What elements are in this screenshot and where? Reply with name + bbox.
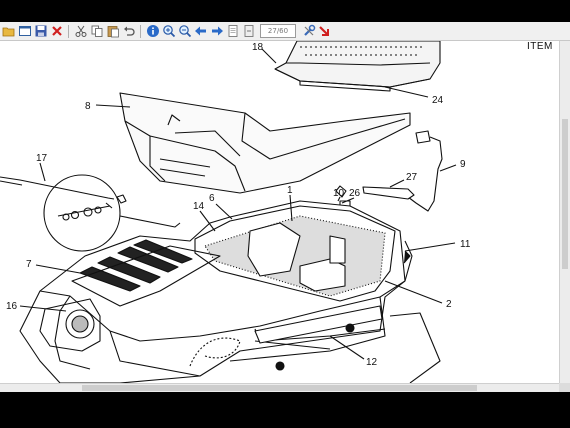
callout-11: 11 bbox=[460, 239, 471, 250]
callout-12: 12 bbox=[366, 357, 378, 368]
vertical-scroll-thumb[interactable] bbox=[562, 119, 568, 269]
callout-6: 6 bbox=[209, 193, 215, 204]
back-arrow-icon[interactable] bbox=[194, 24, 208, 38]
exit-icon[interactable] bbox=[318, 24, 332, 38]
save-icon[interactable] bbox=[34, 24, 48, 38]
seat-base-part bbox=[119, 92, 411, 194]
callout-18: 18 bbox=[252, 42, 264, 53]
undo-icon[interactable] bbox=[122, 24, 136, 38]
callout-9: 9 bbox=[460, 159, 466, 170]
callout-2: 2 bbox=[446, 299, 452, 310]
callout-14: 14 bbox=[193, 201, 205, 212]
wrench-icon[interactable] bbox=[302, 24, 316, 38]
callout-7: 7 bbox=[26, 259, 32, 270]
callout-24: 24 bbox=[432, 95, 444, 106]
vertical-scrollbar[interactable] bbox=[559, 41, 570, 383]
scrollbar-corner bbox=[559, 383, 570, 392]
window-bottom-bar bbox=[0, 392, 570, 428]
window-top-bar bbox=[0, 0, 570, 22]
seat-cushion-part bbox=[274, 41, 441, 92]
toolbar-separator bbox=[140, 24, 141, 38]
close-red-x-icon[interactable] bbox=[50, 24, 64, 38]
hardware-detail-circle bbox=[43, 174, 121, 252]
bolt-rod-part bbox=[0, 176, 115, 200]
cut-icon[interactable] bbox=[74, 24, 88, 38]
callout-27: 27 bbox=[406, 172, 418, 183]
horizontal-scroll-thumb[interactable] bbox=[82, 385, 477, 391]
page-icon[interactable] bbox=[226, 24, 240, 38]
view-icon[interactable] bbox=[18, 24, 32, 38]
callout-17: 17 bbox=[36, 153, 48, 164]
hull-body-part bbox=[19, 200, 441, 383]
horizontal-scrollbar[interactable] bbox=[0, 383, 559, 392]
callout-1: 1 bbox=[287, 185, 293, 196]
page-number-input[interactable]: 27/60 bbox=[260, 24, 296, 38]
paste-icon[interactable] bbox=[106, 24, 120, 38]
exploded-parts-drawing: 18 8 24 17 9 27 10 26 6 1 14 11 7 16 2 1… bbox=[0, 41, 471, 383]
copy-icon[interactable] bbox=[90, 24, 104, 38]
toolbar: 27/60 bbox=[0, 22, 570, 41]
callout-10: 10 bbox=[333, 188, 345, 199]
zoom-out-icon[interactable] bbox=[178, 24, 192, 38]
info-icon[interactable] bbox=[146, 24, 160, 38]
toolbar-separator bbox=[68, 24, 69, 38]
open-folder-icon[interactable] bbox=[2, 24, 16, 38]
zoom-in-icon[interactable] bbox=[162, 24, 176, 38]
forward-arrow-icon[interactable] bbox=[210, 24, 224, 38]
callout-16: 16 bbox=[6, 301, 18, 312]
callout-26: 26 bbox=[349, 188, 361, 199]
page-alt-icon[interactable] bbox=[242, 24, 256, 38]
callout-8: 8 bbox=[85, 101, 91, 112]
document-viewport[interactable]: ITEM 18 8 24 17 9 27 10 26 6 1 14 11 7 1… bbox=[0, 41, 559, 383]
